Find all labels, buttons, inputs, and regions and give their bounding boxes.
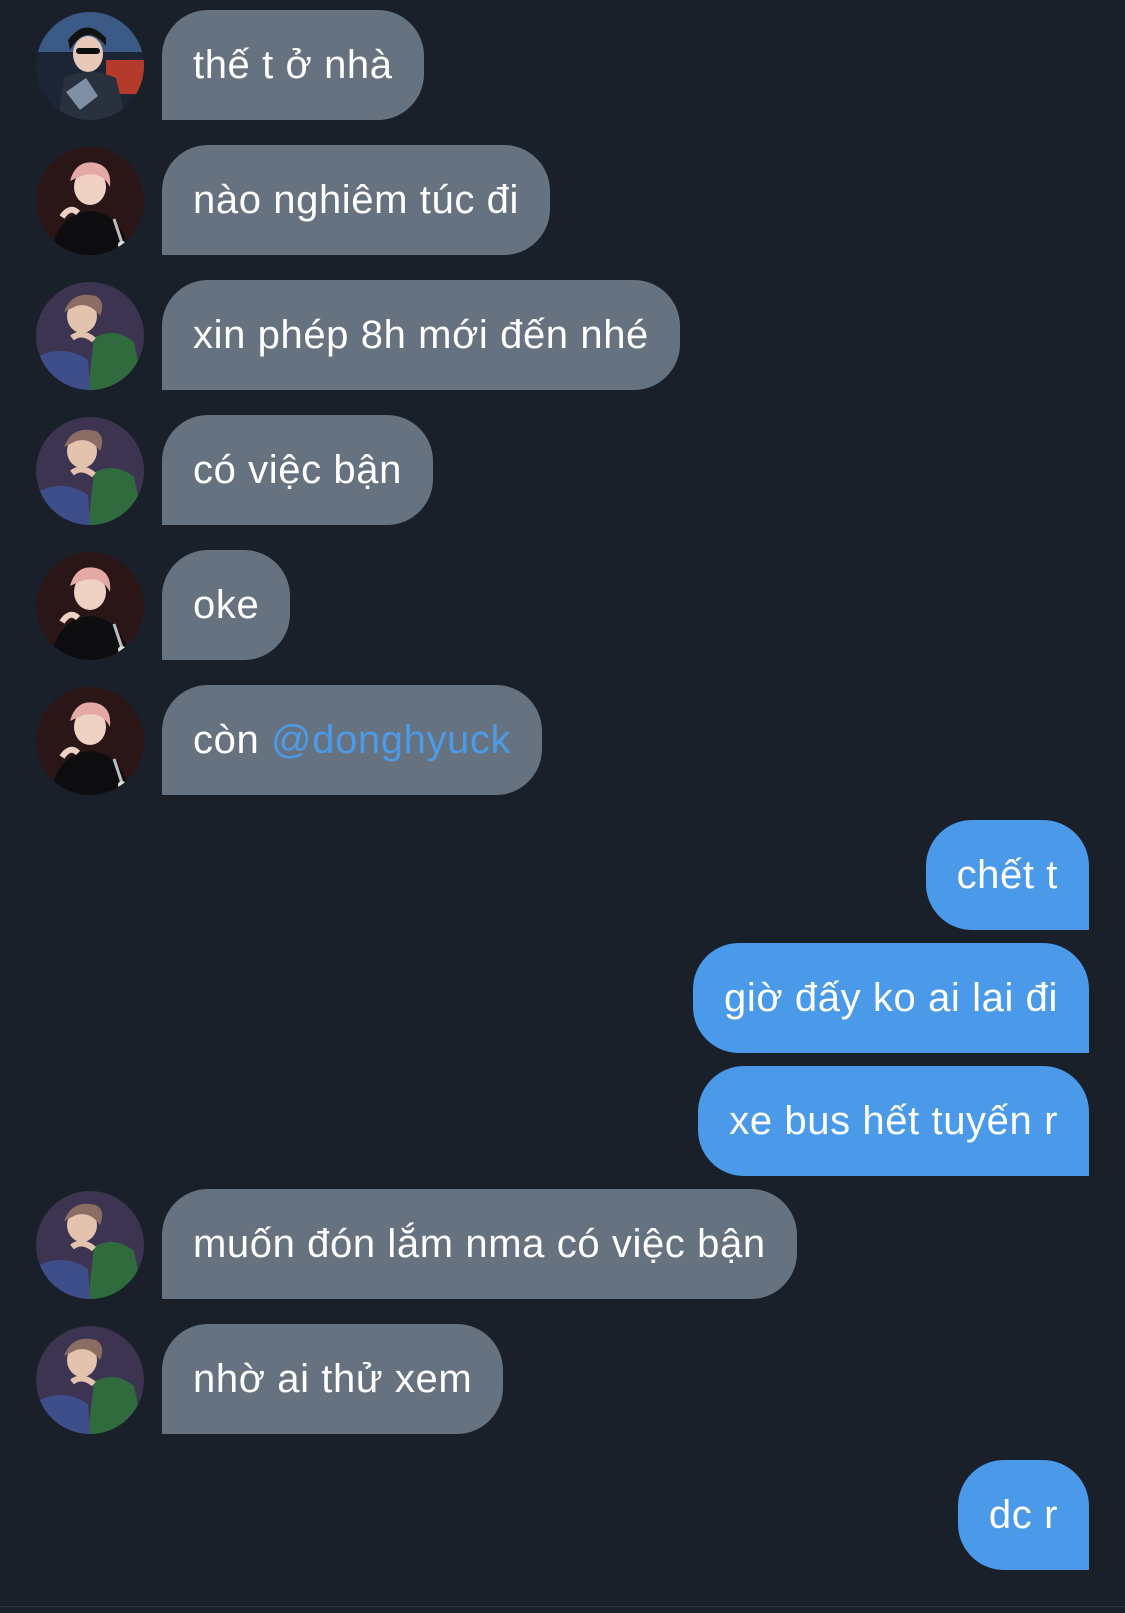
avatar[interactable]: [36, 12, 144, 120]
chat-thread: thế t ở nhà nào nghiêm túc đi xin phép 8…: [0, 0, 1125, 1613]
outgoing-message-bubble[interactable]: dc r: [957, 1460, 1089, 1570]
message-row: dc r: [0, 1460, 1125, 1570]
message-text: thế t ở nhà: [193, 43, 393, 87]
avatar[interactable]: [36, 417, 144, 525]
message-row: xe bus hết tuyến r: [0, 1066, 1125, 1176]
avatar[interactable]: [36, 552, 144, 660]
message-text: nào nghiêm túc đi: [193, 178, 519, 222]
divider: [0, 1606, 1125, 1607]
message-text: còn: [193, 718, 272, 762]
message-text: có việc bận: [193, 448, 402, 492]
outgoing-message-bubble[interactable]: giờ đấy ko ai lai đi: [693, 943, 1089, 1053]
avatar[interactable]: [36, 1191, 144, 1299]
avatar-green-jacket-icon: [36, 1191, 144, 1299]
message-text: muốn đón lắm nma có việc bận: [193, 1222, 766, 1266]
incoming-message-bubble[interactable]: nào nghiêm túc đi: [162, 145, 550, 255]
avatar[interactable]: [36, 687, 144, 795]
message-text: giờ đấy ko ai lai đi: [724, 976, 1058, 1020]
message-row: còn @donghyuck: [0, 685, 1125, 795]
outgoing-message-bubble[interactable]: chết t: [925, 820, 1089, 930]
avatar-green-jacket-icon: [36, 282, 144, 390]
incoming-message-bubble[interactable]: có việc bận: [162, 415, 433, 525]
incoming-message-bubble[interactable]: oke: [162, 550, 291, 660]
avatar-pink-hair-icon: [36, 687, 144, 795]
avatar[interactable]: [36, 147, 144, 255]
message-row: giờ đấy ko ai lai đi: [0, 943, 1125, 1053]
avatar[interactable]: [36, 1326, 144, 1434]
avatar[interactable]: [36, 282, 144, 390]
message-row: muốn đón lắm nma có việc bận: [0, 1189, 1125, 1299]
message-text: xin phép 8h mới đến nhé: [193, 313, 649, 357]
message-text: xe bus hết tuyến r: [729, 1099, 1058, 1143]
mention-link[interactable]: @donghyuck: [271, 718, 511, 762]
incoming-message-bubble[interactable]: muốn đón lắm nma có việc bận: [162, 1189, 797, 1299]
message-text: dc r: [988, 1493, 1058, 1537]
outgoing-message-bubble[interactable]: xe bus hết tuyến r: [698, 1066, 1089, 1176]
message-row: nhờ ai thử xem: [0, 1324, 1125, 1434]
avatar-pink-hair-icon: [36, 147, 144, 255]
message-row: nào nghiêm túc đi: [0, 145, 1125, 255]
avatar-green-jacket-icon: [36, 417, 144, 525]
message-row: có việc bận: [0, 415, 1125, 525]
avatar-sunglasses-icon: [36, 12, 144, 120]
message-text: oke: [193, 583, 260, 627]
message-row: thế t ở nhà: [0, 10, 1125, 120]
incoming-message-bubble[interactable]: xin phép 8h mới đến nhé: [162, 280, 680, 390]
incoming-message-bubble[interactable]: còn @donghyuck: [162, 685, 543, 795]
avatar-green-jacket-icon: [36, 1326, 144, 1434]
message-text: chết t: [956, 853, 1058, 897]
message-text: nhờ ai thử xem: [193, 1357, 473, 1401]
avatar-pink-hair-icon: [36, 552, 144, 660]
incoming-message-bubble[interactable]: thế t ở nhà: [162, 10, 424, 120]
incoming-message-bubble[interactable]: nhờ ai thử xem: [162, 1324, 504, 1434]
message-row: chết t: [0, 820, 1125, 930]
message-row: xin phép 8h mới đến nhé: [0, 280, 1125, 390]
message-row: oke: [0, 550, 1125, 660]
